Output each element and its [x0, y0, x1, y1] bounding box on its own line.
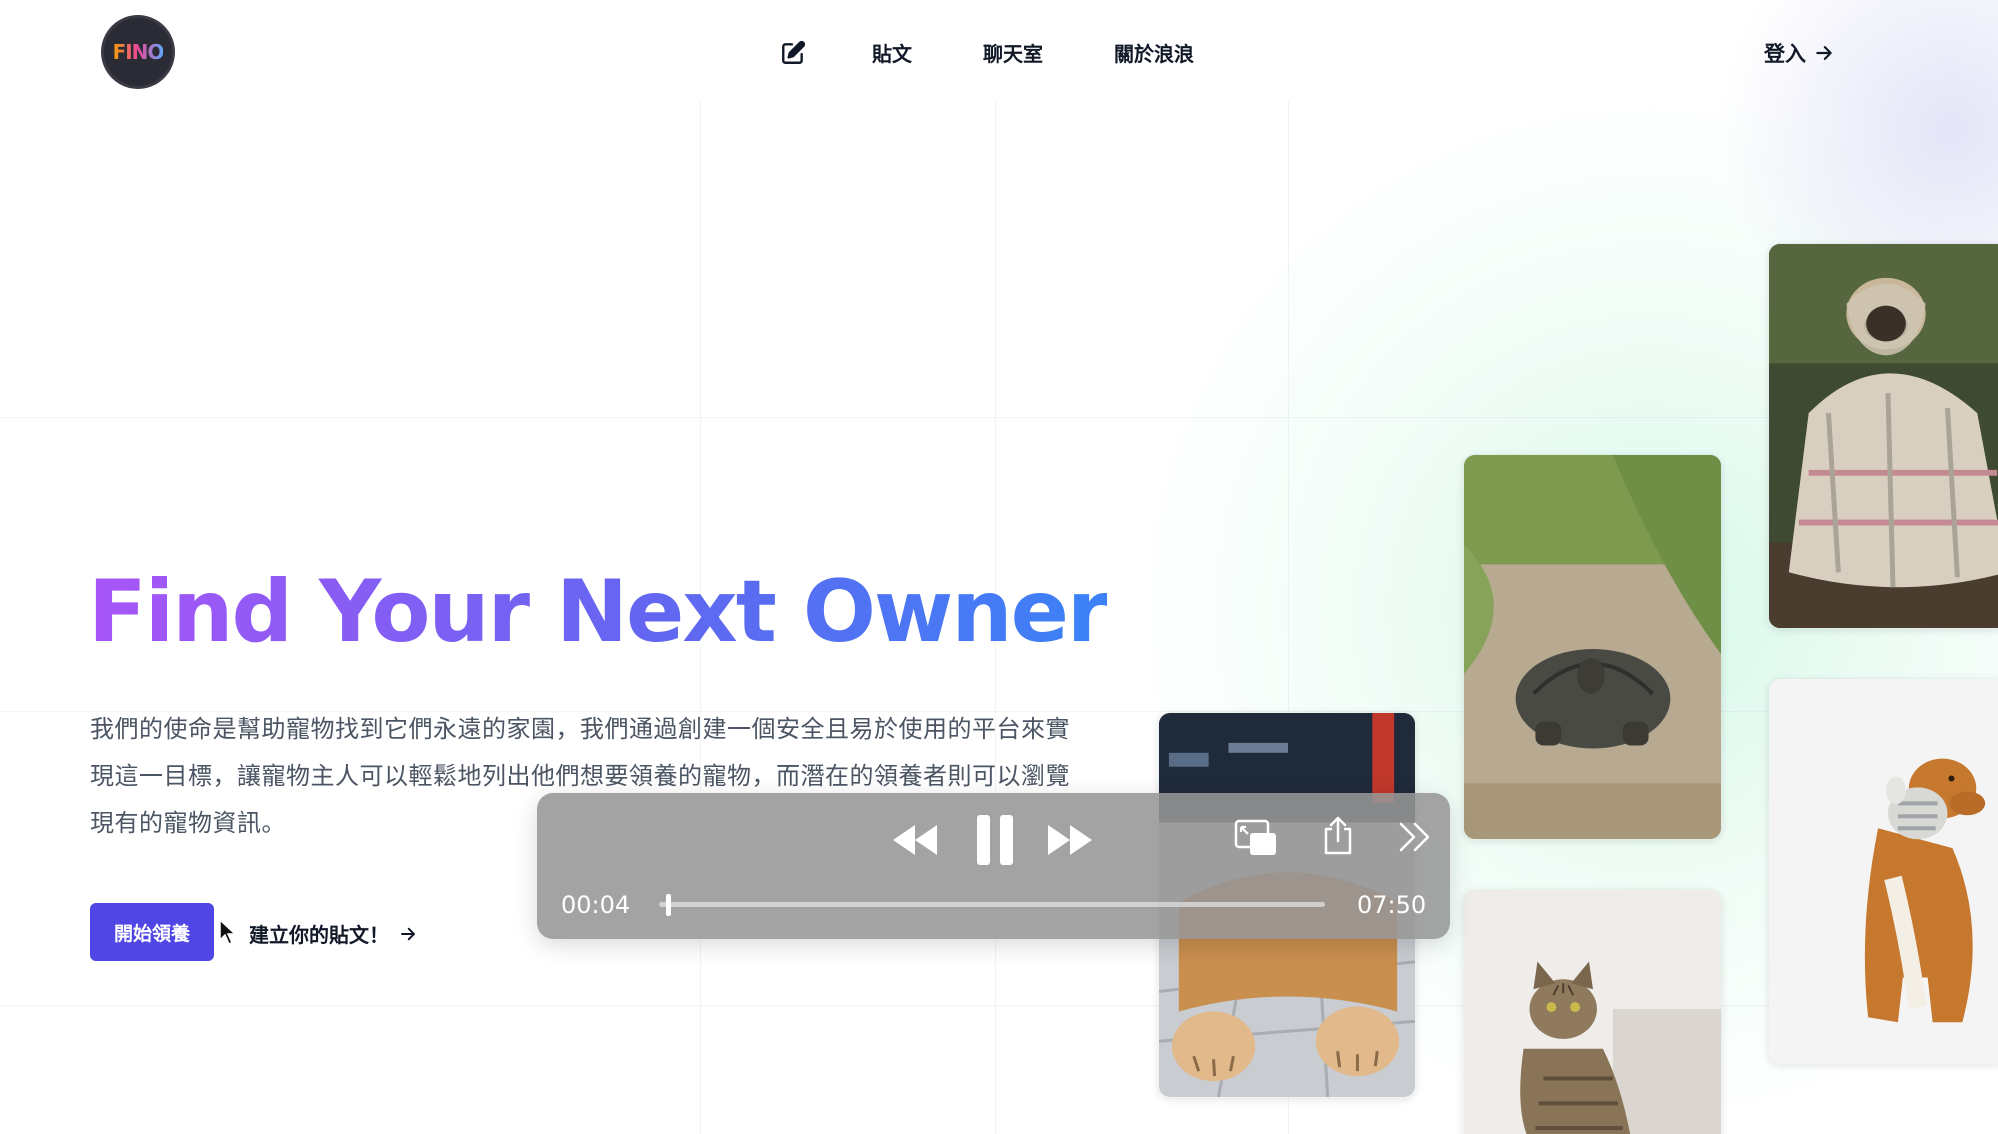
- landing-page: FINO 貼文 聊天室 關於浪浪 登入 Find Your Next Owner…: [0, 0, 1998, 1134]
- progress-scrubber[interactable]: [659, 894, 1325, 916]
- main-nav: 貼文 聊天室 關於浪浪: [780, 38, 1194, 67]
- arrow-right-icon: [401, 927, 415, 940]
- photo-retriever-toy: [1768, 678, 1998, 1064]
- current-time: 00:04: [561, 891, 631, 919]
- create-post-link[interactable]: 建立你的貼文！: [249, 919, 417, 948]
- login-link[interactable]: 登入: [1764, 38, 1834, 68]
- arrow-right-icon: [1816, 46, 1832, 60]
- hero-title: Find Your Next Owner: [88, 562, 1109, 662]
- start-adoption-button[interactable]: 開始領養: [90, 903, 214, 961]
- share-icon[interactable]: [1322, 815, 1354, 857]
- grid-line: [0, 417, 1998, 418]
- photo-pug-blanket: [1768, 243, 1998, 629]
- rewind-icon[interactable]: [891, 823, 939, 857]
- nav-item-posts[interactable]: 貼文: [872, 38, 912, 67]
- total-time: 07:50: [1357, 891, 1427, 919]
- create-post-label: 建立你的貼文！: [249, 923, 389, 947]
- mouse-cursor-icon: [219, 918, 237, 946]
- edit-icon[interactable]: [780, 39, 808, 67]
- more-icon[interactable]: [1398, 821, 1432, 853]
- logo-text: FINO: [112, 40, 165, 64]
- pause-icon[interactable]: [975, 813, 1015, 867]
- fast-forward-icon[interactable]: [1046, 823, 1094, 857]
- photo-tortoise: [1463, 454, 1722, 840]
- login-label: 登入: [1764, 42, 1806, 66]
- site-logo[interactable]: FINO: [104, 18, 172, 86]
- video-player-controls: 00:04 07:50: [537, 793, 1450, 939]
- nav-item-about-strays[interactable]: 關於浪浪: [1114, 38, 1194, 67]
- picture-in-picture-icon[interactable]: [1234, 819, 1278, 857]
- scrubber-handle[interactable]: [666, 894, 671, 916]
- photo-tabby-cat: [1463, 889, 1722, 1134]
- nav-item-chatroom[interactable]: 聊天室: [983, 38, 1043, 67]
